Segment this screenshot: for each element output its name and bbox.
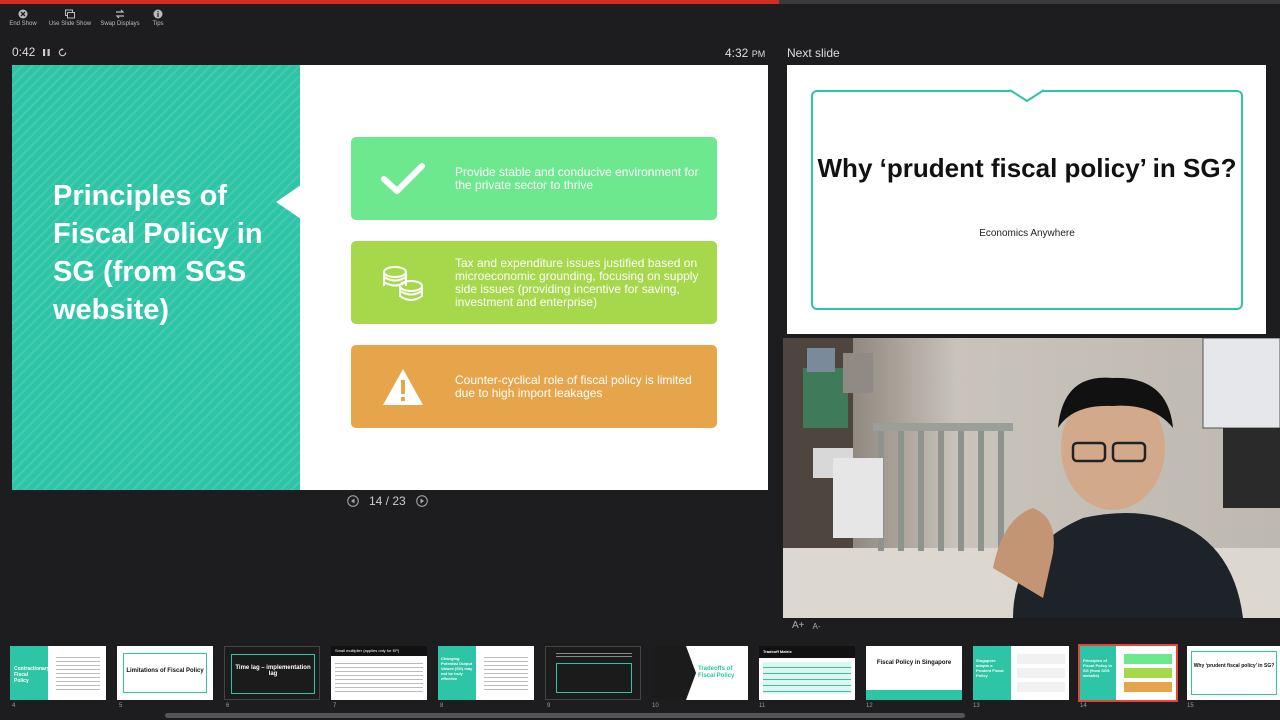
principle-text: Tax and expenditure issues justified bas… [455, 255, 699, 309]
thumbnail-slide-6[interactable]: Time lag – implementation lag [224, 646, 320, 700]
thumbnail-number: 8 [440, 703, 444, 709]
next-slide-preview[interactable]: Why ‘prudent fiscal policy’ in SG? Econo… [787, 65, 1266, 334]
thumbnail-number: 10 [652, 703, 659, 709]
thumbnail-title: Small multiplier (applies only for EP) [335, 648, 400, 653]
thumbnail-title: Tradeoffs of Fiscal Policy [698, 666, 735, 679]
thumbnail-title: Principles of Fiscal Policy in SG (from … [1083, 658, 1112, 678]
thumbnail-number: 5 [119, 703, 123, 709]
decrease-font-button[interactable]: A- [813, 620, 821, 631]
timer: 0:42 [12, 45, 67, 59]
thumbnail-slide-10[interactable]: Tradeoffs of Fiscal Policy [652, 646, 748, 700]
thumbnail-slide-9[interactable] [545, 646, 641, 700]
next-slide-subtitle: Economics Anywhere [979, 228, 1075, 239]
principle-card: Provide stable and conducive environment… [351, 137, 717, 220]
thumbnail-slide-7[interactable]: Small multiplier (applies only for EP) [331, 646, 427, 700]
thumbnail-slide-13[interactable]: Singapore adopts a Prudent Fiscal Policy [973, 646, 1069, 700]
next-slide-label: Next slide [787, 46, 840, 60]
clock: 4:32 PM [725, 46, 765, 60]
use-slide-show-icon [65, 9, 75, 19]
thumbnail-title: Time lag – implementation lag [235, 665, 311, 677]
principle-text: Provide stable and conducive environment… [455, 164, 699, 192]
thumbnail-number: 12 [866, 703, 873, 709]
pause-icon[interactable] [42, 48, 51, 57]
tips-button[interactable]: Tips [148, 9, 168, 27]
thumbnail-number: 13 [973, 703, 980, 709]
webcam-image [783, 338, 1280, 618]
swap-displays-icon [115, 9, 125, 19]
thumbnail-title: Limitations of Fiscal Policy [126, 668, 204, 674]
thumbnail-number: 15 [1187, 703, 1194, 709]
thumbnail-title: Contractionary Fiscal Policy [14, 666, 50, 684]
thumbnail-slide-8[interactable]: Changing Potential Output Values (SG) ma… [438, 646, 534, 700]
clock-ampm: PM [751, 49, 766, 59]
tips-label: Tips [152, 21, 164, 27]
thumbnail-title: Why ‘prudent fiscal policy’ in SG? [1193, 663, 1275, 669]
thumbnail-number: 11 [759, 703, 766, 709]
slideshow-progress-bar [0, 0, 1280, 4]
presenter-toolbar: End Show Use Slide Show Swap Displays Ti… [4, 9, 168, 27]
thumbnail-slide-4[interactable]: Contractionary Fiscal Policy [10, 646, 106, 700]
next-slide-title: Why ‘prudent fiscal policy’ in SG? [817, 153, 1237, 183]
thumbnail-number: 9 [547, 703, 551, 709]
principle-card: Counter-cyclical role of fiscal policy i… [351, 345, 717, 428]
progress-fill [0, 0, 779, 4]
coins-icon [383, 265, 423, 301]
thumbnail-number: 4 [12, 703, 16, 709]
warning-icon [383, 368, 423, 405]
use-slide-show-label: Use Slide Show [48, 21, 92, 27]
slide-thumbnails: Contractionary Fiscal Policy Limitations… [10, 644, 1280, 702]
slide-title: Principles of Fiscal Policy in SG (from … [53, 180, 263, 326]
principle-card: Tax and expenditure issues justified bas… [351, 241, 717, 324]
thumbnail-slide-14[interactable]: Principles of Fiscal Policy in SG (from … [1078, 644, 1178, 702]
webcam-feed [783, 338, 1280, 618]
checkmark-icon [381, 162, 425, 194]
slide-counter: 14 / 23 [369, 494, 406, 508]
font-size-controls: A+ A- [792, 620, 821, 631]
thumbnail-number: 7 [333, 703, 337, 709]
thumbnail-title: Tradeoff Matrix [763, 649, 792, 654]
thumbnail-number: 6 [226, 703, 230, 709]
end-show-button[interactable]: End Show [4, 9, 42, 27]
thumbnail-slide-15[interactable]: Why ‘prudent fiscal policy’ in SG? [1187, 646, 1280, 700]
thumbnail-slide-12[interactable]: Fiscal Policy in Singapore [866, 646, 962, 700]
slide-pager: 14 / 23 [347, 494, 428, 508]
current-slide[interactable]: Principles of Fiscal Policy in SG (from … [12, 65, 768, 490]
next-slide-frame [811, 90, 1243, 310]
principle-text: Counter-cyclical role of fiscal policy i… [455, 372, 692, 400]
increase-font-button[interactable]: A+ [792, 620, 805, 631]
use-slide-show-button[interactable]: Use Slide Show [48, 9, 92, 27]
thumbnail-title: Singapore adopts a Prudent Fiscal Policy [976, 658, 1004, 678]
swap-displays-label: Swap Displays [100, 21, 140, 27]
clock-time: 4:32 [725, 46, 749, 60]
reset-timer-icon[interactable] [58, 47, 67, 57]
thumbnail-title: Changing Potential Output Values (SG) ma… [441, 656, 473, 681]
end-show-icon [18, 9, 28, 19]
thumbnail-slide-11[interactable]: Tradeoff Matrix [759, 646, 855, 700]
thumbnail-number: 14 [1080, 703, 1087, 709]
thumbnail-slide-5[interactable]: Limitations of Fiscal Policy [117, 646, 213, 700]
tips-icon [153, 9, 163, 19]
elapsed-time: 0:42 [12, 45, 36, 59]
swap-displays-button[interactable]: Swap Displays [98, 9, 142, 27]
frame-notch [1010, 89, 1044, 102]
thumbnail-title: Fiscal Policy in Singapore [876, 660, 952, 666]
previous-slide-icon[interactable] [347, 495, 359, 507]
thumbnail-scrollbar[interactable] [165, 713, 965, 718]
end-show-label: End Show [9, 21, 37, 27]
next-slide-icon[interactable] [415, 495, 428, 507]
